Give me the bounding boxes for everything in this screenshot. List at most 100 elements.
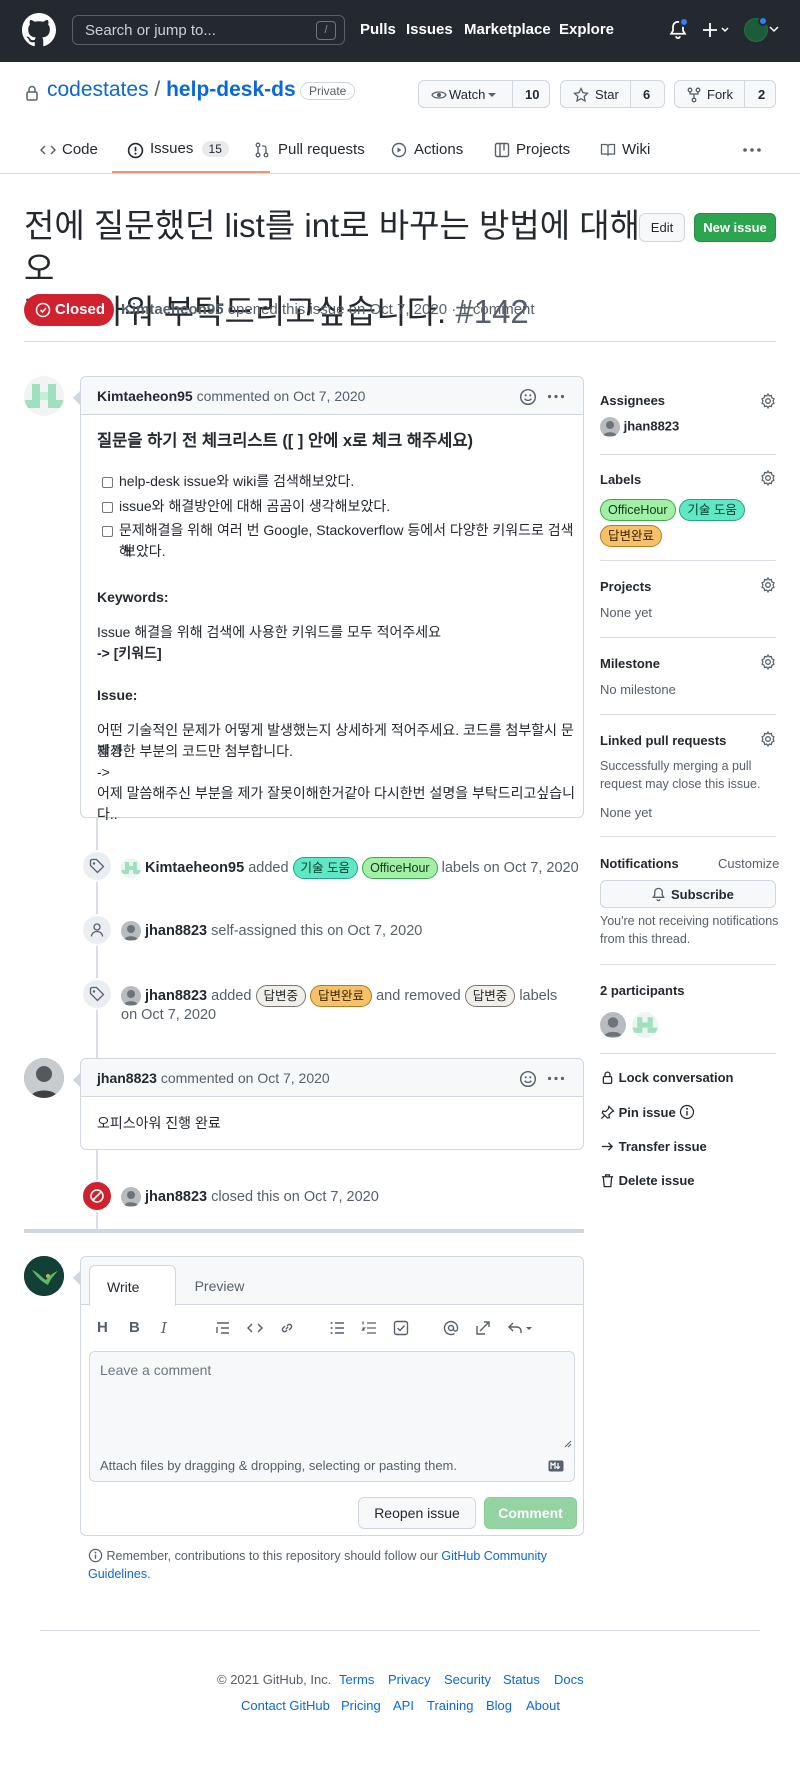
tab-issues[interactable]: Issues 15 bbox=[127, 138, 229, 159]
smiley-icon[interactable] bbox=[519, 388, 537, 406]
link-icon[interactable] bbox=[279, 1320, 295, 1336]
footer-link-blog[interactable]: Blog bbox=[486, 1698, 512, 1713]
issue-author-link[interactable]: Kimtaeheon95 bbox=[121, 301, 224, 318]
checkbox[interactable] bbox=[102, 477, 113, 488]
mention-icon[interactable] bbox=[443, 1320, 459, 1336]
footer-link-about[interactable]: About bbox=[526, 1698, 560, 1713]
star-button[interactable]: Star 6 bbox=[560, 80, 665, 108]
fork-count[interactable]: 2 bbox=[758, 87, 765, 102]
tab-preview[interactable]: Preview bbox=[176, 1278, 263, 1294]
comment-meta[interactable]: commented on Oct 7, 2020 bbox=[161, 1070, 330, 1086]
checkbox[interactable] bbox=[102, 502, 113, 513]
label-badge[interactable]: OfficeHour bbox=[362, 857, 438, 879]
quote-icon[interactable] bbox=[215, 1320, 231, 1336]
footer-link-status[interactable]: Status bbox=[503, 1672, 540, 1687]
comment-author[interactable]: Kimtaeheon95 bbox=[97, 388, 193, 404]
gear-icon[interactable] bbox=[760, 470, 776, 486]
saved-reply-icon[interactable] bbox=[507, 1320, 535, 1336]
current-user-avatar[interactable] bbox=[24, 1256, 64, 1296]
customize-link[interactable]: Customize bbox=[718, 856, 779, 871]
linked-prs-title[interactable]: Linked pull requests bbox=[600, 733, 726, 748]
label-badge[interactable]: 답변완료 bbox=[310, 985, 373, 1007]
tab-wiki[interactable]: Wiki bbox=[600, 141, 650, 158]
fork-button[interactable]: Fork 2 bbox=[674, 80, 776, 108]
ordered-list-icon[interactable] bbox=[361, 1320, 377, 1336]
subscribe-button[interactable]: Subscribe bbox=[600, 880, 776, 908]
tab-actions[interactable]: Actions bbox=[391, 141, 463, 158]
event-user[interactable]: jhan8823 bbox=[145, 923, 207, 939]
repo-owner-link[interactable]: codestates bbox=[47, 78, 149, 101]
participant-avatar[interactable] bbox=[600, 1012, 626, 1038]
star-count[interactable]: 6 bbox=[643, 87, 650, 102]
footer-link-contact[interactable]: Contact GitHub bbox=[241, 1698, 330, 1713]
footer-link-training[interactable]: Training bbox=[427, 1698, 473, 1713]
participant-avatar[interactable] bbox=[632, 1012, 658, 1038]
label-badge[interactable]: 기술 도움 bbox=[679, 499, 745, 521]
footer-link-pricing[interactable]: Pricing bbox=[341, 1698, 381, 1713]
nav-pulls[interactable]: Pulls bbox=[360, 21, 396, 38]
watch-button[interactable]: Watch 10 bbox=[418, 80, 550, 108]
reopen-issue-button[interactable]: Reopen issue bbox=[358, 1497, 476, 1529]
bell-icon[interactable] bbox=[668, 17, 689, 40]
guidelines-link[interactable]: GitHub Community bbox=[441, 1549, 547, 1563]
event-user[interactable]: jhan8823 bbox=[145, 988, 207, 1004]
comment-textarea[interactable]: Leave a comment bbox=[89, 1351, 575, 1451]
guidelines-link-cont[interactable]: Guidelines bbox=[88, 1567, 147, 1581]
gear-icon[interactable] bbox=[760, 393, 776, 409]
info-icon[interactable] bbox=[679, 1104, 695, 1120]
tab-code[interactable]: Code bbox=[40, 141, 98, 158]
labels-title[interactable]: Labels bbox=[600, 472, 641, 487]
watch-count[interactable]: 10 bbox=[525, 87, 539, 102]
kebab-icon[interactable] bbox=[547, 1076, 565, 1081]
footer-link-docs[interactable]: Docs bbox=[554, 1672, 584, 1687]
italic-icon[interactable]: I bbox=[161, 1319, 167, 1337]
tab-write[interactable]: Write bbox=[89, 1265, 176, 1306]
comment-meta[interactable]: commented on Oct 7, 2020 bbox=[197, 388, 366, 404]
transfer-issue-link[interactable]: Transfer issue bbox=[600, 1139, 707, 1154]
search-input[interactable]: Search or jump to... / bbox=[72, 15, 345, 45]
unordered-list-icon[interactable] bbox=[329, 1320, 345, 1336]
assignee[interactable]: jhan8823 bbox=[600, 417, 679, 437]
label-badge[interactable]: 답변중 bbox=[464, 985, 516, 1007]
reference-icon[interactable] bbox=[475, 1320, 491, 1336]
footer-link-security[interactable]: Security bbox=[444, 1672, 491, 1687]
heading-icon[interactable]: H bbox=[97, 1319, 108, 1336]
footer-link-api[interactable]: API bbox=[393, 1698, 414, 1713]
code-icon[interactable] bbox=[247, 1320, 263, 1336]
delete-issue-link[interactable]: Delete issue bbox=[600, 1173, 695, 1188]
gear-icon[interactable] bbox=[760, 577, 776, 593]
kebab-icon[interactable] bbox=[742, 147, 762, 153]
commenter-avatar[interactable] bbox=[24, 1058, 64, 1098]
repo-name-link[interactable]: help-desk-ds bbox=[166, 78, 296, 101]
resize-handle-icon[interactable] bbox=[564, 1440, 572, 1448]
author-avatar[interactable] bbox=[24, 376, 64, 416]
task-list-icon[interactable] bbox=[393, 1320, 409, 1336]
attach-bar[interactable]: Attach files by dragging & dropping, sel… bbox=[89, 1450, 575, 1482]
comment-author[interactable]: jhan8823 bbox=[97, 1070, 157, 1086]
event-user[interactable]: jhan8823 bbox=[145, 1189, 207, 1205]
github-logo-icon[interactable] bbox=[22, 13, 56, 47]
lock-conversation-link[interactable]: Lock conversation bbox=[600, 1070, 734, 1085]
new-issue-button[interactable]: New issue bbox=[694, 213, 776, 242]
nav-explore[interactable]: Explore bbox=[559, 21, 614, 38]
mini-avatar[interactable] bbox=[121, 858, 141, 879]
footer-link-terms[interactable]: Terms bbox=[339, 1672, 374, 1687]
user-avatar-menu[interactable] bbox=[744, 16, 779, 42]
tab-projects[interactable]: Projects bbox=[494, 141, 570, 158]
assignees-title[interactable]: Assignees bbox=[600, 393, 665, 408]
markdown-icon[interactable] bbox=[548, 1460, 564, 1472]
projects-title[interactable]: Projects bbox=[600, 579, 651, 594]
footer-link-privacy[interactable]: Privacy bbox=[388, 1672, 431, 1687]
gear-icon[interactable] bbox=[760, 654, 776, 670]
nav-issues[interactable]: Issues bbox=[406, 21, 453, 38]
label-badge[interactable]: 기술 도움 bbox=[292, 857, 359, 879]
comment-submit-button[interactable]: Comment bbox=[484, 1497, 577, 1529]
mini-avatar[interactable] bbox=[121, 1187, 141, 1207]
checkbox[interactable] bbox=[102, 526, 113, 537]
pin-issue-link[interactable]: Pin issue bbox=[600, 1104, 695, 1120]
gear-icon[interactable] bbox=[760, 731, 776, 747]
event-user[interactable]: Kimtaeheon95 bbox=[145, 860, 244, 876]
mini-avatar[interactable] bbox=[121, 986, 141, 1007]
kebab-icon[interactable] bbox=[547, 394, 565, 399]
label-badge[interactable]: OfficeHour bbox=[600, 499, 676, 521]
